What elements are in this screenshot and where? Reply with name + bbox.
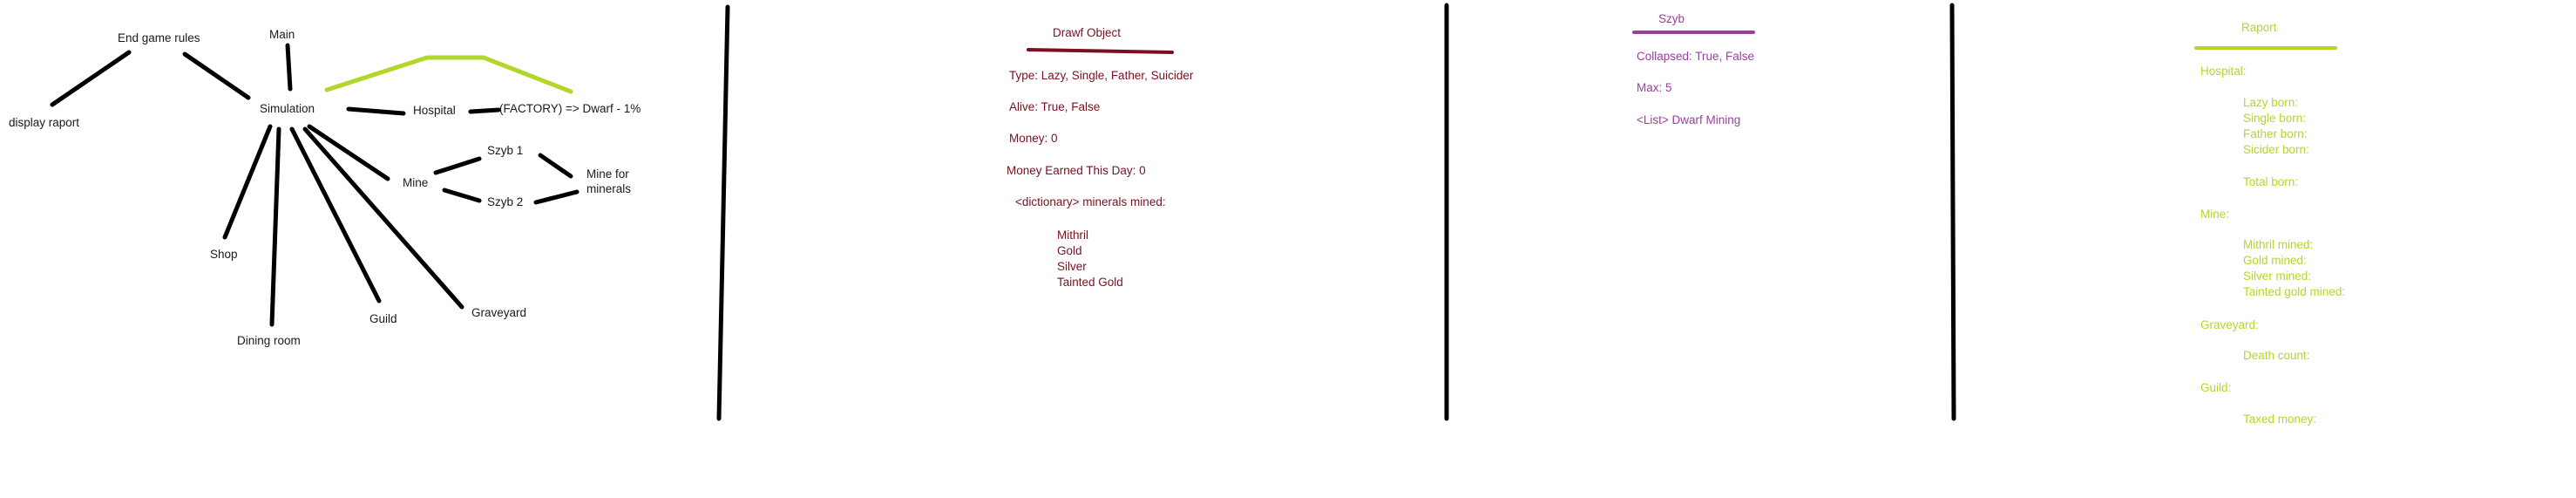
line-simulation-mine [307,124,390,181]
line-endgame-simulation [182,51,251,100]
line-main-simulation [285,43,293,92]
guild-label: Guild [369,312,397,325]
raport-hospital-item: Sicider born: [2243,143,2309,156]
shop-label: Shop [210,248,238,261]
simulation-label: Simulation [260,102,315,115]
mineral-item: Gold [1057,244,1082,257]
line-mine-szyb1 [433,156,482,175]
dwarf-money: Money: 0 [1009,132,1058,145]
green-chevron-line [324,55,573,94]
raport-title: Raport [2241,21,2277,34]
line-simulation-graveyard [302,126,464,310]
raport-hospital-heading: Hospital: [2200,65,2247,78]
szyb-list: <List> Dwarf Mining [1637,113,1741,126]
raport-mine-heading: Mine: [2200,208,2230,221]
raport-hospital-item: Single born: [2243,112,2307,125]
szyb-collapsed: Collapsed: True, False [1637,50,1755,63]
szyb-max: Max: 5 [1637,81,1672,94]
raport-guild-heading: Guild: [2200,381,2232,394]
line-hospital-factory [468,107,501,114]
mine-for-label: Mine for [586,167,629,181]
line-simulation-dining [269,126,281,327]
dining-room-label: Dining room [237,334,301,347]
dwarf-money-earned: Money Earned This Day: 0 [1007,164,1146,177]
line-szyb1-minefor [538,153,573,179]
dwarf-type: Type: Lazy, Single, Father, Suicider [1009,69,1194,82]
line-simulation-shop [222,124,273,240]
raport-hospital-item: Father born: [2243,127,2308,140]
dwarf-alive: Alive: True, False [1009,100,1101,113]
dwarf-object-title: Drawf Object [1053,26,1122,39]
line-endgame-display [50,50,132,107]
mineral-item: Tainted Gold [1057,276,1123,289]
raport-total-born: Total born: [2243,175,2299,188]
main-label: Main [269,28,295,41]
line-simulation-guild [289,126,382,304]
line-szyb2-minefor [533,189,580,205]
raport-hospital-item: Lazy born: [2243,96,2299,109]
raport-mine-item: Gold mined: [2243,254,2307,267]
raport-graveyard-heading: Graveyard: [2200,318,2259,331]
line-mine-szyb2 [442,188,482,203]
graveyard-label: Graveyard [471,306,527,319]
connector-lines [50,43,580,327]
end-game-rules-label: End game rules [118,31,200,44]
raport-mine-item: Silver mined: [2243,269,2312,283]
raport-death-count: Death count: [2243,349,2310,362]
line-simulation-hospital [346,106,406,116]
raport-chevron [324,55,573,94]
factory-label: (FACTORY) => Dwarf - 1% [499,102,641,115]
section-dividers [716,3,1956,421]
display-raport-label: display raport [9,116,80,129]
minerals-label: minerals [586,182,632,195]
divider-3 [1949,3,1956,421]
drawing-canvas [50,3,2337,421]
dwarf-title-underline [1027,48,1174,54]
mineral-item: Silver [1057,260,1087,273]
szyb2-label: Szyb 2 [487,195,524,208]
raport-mine-item: Tainted gold mined: [2243,285,2346,298]
raport-taxed-money: Taxed money: [2243,413,2317,426]
dwarf-minerals-mined: <dictionary> minerals mined: [1015,195,1166,208]
szyb-title: Szyb [1658,12,1685,25]
divider-1 [716,4,730,421]
hospital-label: Hospital [413,104,456,117]
mineral-item: Mithril [1057,229,1088,242]
szyb1-label: Szyb 1 [487,144,524,157]
mine-label: Mine [403,176,429,189]
raport-mine-item: Mithril mined: [2243,238,2314,251]
